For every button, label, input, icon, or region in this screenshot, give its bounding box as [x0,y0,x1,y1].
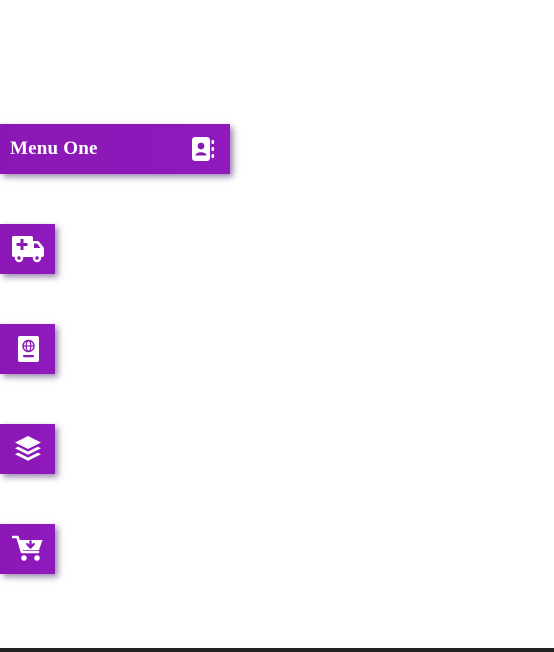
menu-item-ambulance[interactable] [0,224,55,274]
ambulance-icon [11,235,45,263]
layers-icon [14,435,42,463]
menu-item-passport[interactable] [0,324,55,374]
menu-item-layers[interactable] [0,424,55,474]
page: Menu One [0,0,554,652]
passport-book-icon [15,335,41,363]
menu-item-cart[interactable] [0,524,55,574]
bottom-bar [0,648,554,652]
address-book-icon [190,136,216,162]
menu-item-one[interactable]: Menu One [0,124,230,174]
cart-download-icon [11,535,44,563]
menu-item-label: Menu One [10,138,98,159]
